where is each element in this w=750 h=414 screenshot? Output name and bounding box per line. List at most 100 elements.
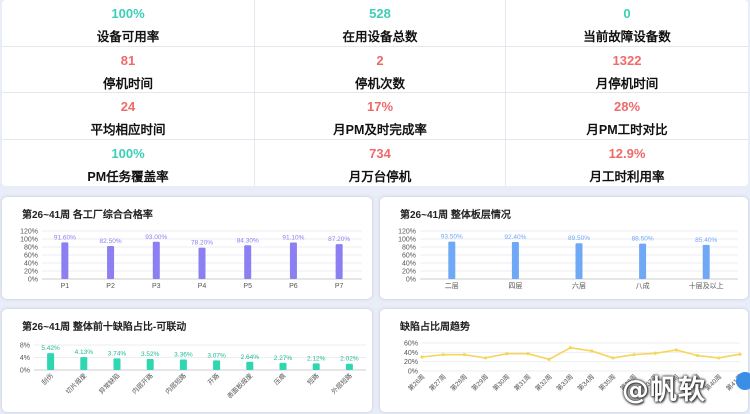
data-label: 88.50%	[632, 236, 654, 243]
kpi-value: 100%	[111, 6, 145, 21]
bar	[702, 244, 710, 279]
kpi-label: 平均相应时间	[90, 123, 166, 137]
x-tick-label: 外层短路	[329, 371, 354, 396]
kpi-value: 2	[376, 52, 384, 68]
trend-point	[505, 352, 509, 356]
kpi-card: 2 停机次数	[255, 46, 506, 93]
trend-point	[441, 353, 445, 357]
data-label: 4.13%	[75, 349, 94, 356]
chart-card-factory-pass-rate: 第26~41周 各工厂综合合格率 0% 20% 40% 60% 80% 100% 120% 9…	[2, 197, 372, 299]
kpi-value: 0	[623, 6, 631, 21]
x-tick-label: 压痕	[272, 371, 288, 387]
x-tick-label: 短路	[305, 371, 321, 387]
y-tick-label: 100%	[398, 237, 416, 244]
data-label: 3.52%	[141, 351, 160, 358]
kpi-label: 设备可用率	[96, 30, 160, 44]
data-label: 3.74%	[108, 350, 127, 357]
top-defects-chart: 0% 4% 8% 5.42% 刮伤 4.13% 切片报废 3.74% 异常缺陷 3.52% 内层开路…	[20, 343, 366, 400]
y-tick-label: 8%	[20, 343, 30, 350]
watermark: @帆软	[622, 375, 706, 406]
y-tick-label: 20%	[404, 359, 418, 366]
data-label: 2.02%	[340, 356, 359, 363]
kpi-label: 月PM及时完成率	[333, 123, 427, 137]
kpi-label: PM任务覆盖率	[87, 169, 169, 184]
data-label: 85.40%	[695, 237, 717, 244]
kpi-card: 17% 月PM及时完成率	[255, 93, 506, 140]
bar	[107, 246, 115, 279]
bar	[289, 242, 297, 279]
bar	[244, 245, 252, 279]
kpi-label: 停机时间	[102, 76, 153, 91]
y-tick-label: 60%	[402, 253, 416, 260]
kpi-value: 24	[120, 99, 136, 114]
kpi-value: 734	[369, 145, 391, 161]
x-tick-label: 第27周	[427, 372, 448, 393]
kpi-card: 0 当前故障设备数	[506, 0, 748, 47]
x-tick-label: P4	[198, 283, 207, 290]
data-label: 93.50%	[441, 234, 463, 241]
y-tick-label: 0%	[28, 277, 38, 284]
x-tick-label: 切片报废	[63, 371, 88, 396]
kpi-card: 24 平均相应时间	[2, 93, 255, 140]
x-tick-label: 十层及以上	[689, 281, 724, 290]
bar	[47, 353, 55, 370]
trend-point	[526, 352, 530, 356]
kpi-value: 1322	[612, 52, 642, 68]
x-tick-label: 二层	[445, 282, 459, 290]
bar	[448, 241, 456, 279]
y-tick-label: 0%	[20, 368, 30, 375]
kpi-card: 100% PM任务覆盖率	[2, 139, 255, 186]
kpi-label: 停机次数	[354, 76, 405, 91]
x-tick-label: 第30周	[491, 372, 512, 393]
kpi-label: 月工时利用率	[589, 169, 665, 184]
data-label: 2.12%	[307, 355, 326, 362]
layer-situation-chart: 0%20%40%60%80%100%120% 93.50% 二层 92.40% 四层 89…	[398, 229, 738, 290]
trend-point	[420, 355, 424, 359]
trend-point	[547, 357, 551, 361]
y-tick-label: 60%	[24, 253, 38, 260]
data-label: 3.36%	[174, 352, 193, 359]
y-tick-label: 40%	[24, 261, 38, 268]
bar	[152, 241, 160, 279]
data-label: 82.50%	[100, 238, 122, 245]
kpi-card: 100% 设备可用率	[2, 0, 255, 47]
y-tick-label: 120%	[398, 229, 416, 236]
data-label: 5.42%	[41, 345, 60, 352]
x-tick-label: 第28周	[448, 372, 469, 393]
x-tick-label: 第32周	[533, 372, 554, 393]
data-label: 84.30%	[237, 237, 259, 244]
y-tick-label: 0%	[406, 277, 416, 284]
bar	[335, 244, 343, 279]
kpi-value: 81	[120, 52, 136, 68]
data-label: 87.20%	[328, 236, 350, 243]
bar	[198, 247, 206, 279]
bar	[213, 360, 221, 370]
scroll-top-button[interactable]	[736, 372, 750, 390]
bar	[113, 358, 121, 370]
y-tick-label: 80%	[402, 245, 416, 252]
chart-card-top-defects: 第26~41周 整体前十缺陷占比-可联动 0% 4% 8% 5.42% 刮伤 4.13% 切…	[2, 309, 372, 412]
bar	[345, 363, 353, 370]
y-tick-label: 60%	[404, 341, 418, 348]
kpi-card: 28% 月PM工时对比	[506, 93, 748, 140]
data-label: 93.00%	[145, 234, 167, 241]
trend-point	[738, 352, 742, 356]
bar	[246, 361, 254, 370]
bar	[279, 362, 287, 370]
x-tick-label: 八成	[636, 281, 650, 290]
trend-line	[421, 346, 741, 361]
x-tick-label: 第33周	[554, 372, 575, 393]
y-tick-label: 120%	[20, 229, 38, 236]
data-label: 78.20%	[191, 240, 213, 247]
x-tick-label: 第31周	[512, 372, 533, 393]
bar	[639, 243, 647, 279]
x-tick-label: P6	[289, 283, 298, 290]
factory-pass-rate-chart: 0%20%40%60%80%100%120% 91.60% P1 82.50% P2 93…	[20, 229, 362, 290]
kpi-card: 81 停机时间	[2, 46, 255, 93]
data-label: 91.60%	[54, 234, 76, 241]
x-tick-label: P1	[61, 283, 70, 290]
y-tick-label: 100%	[20, 237, 38, 244]
x-tick-label: P5	[243, 283, 252, 290]
kpi-value: 12.9%	[608, 145, 646, 161]
kpi-label: 在用设备总数	[342, 30, 418, 44]
